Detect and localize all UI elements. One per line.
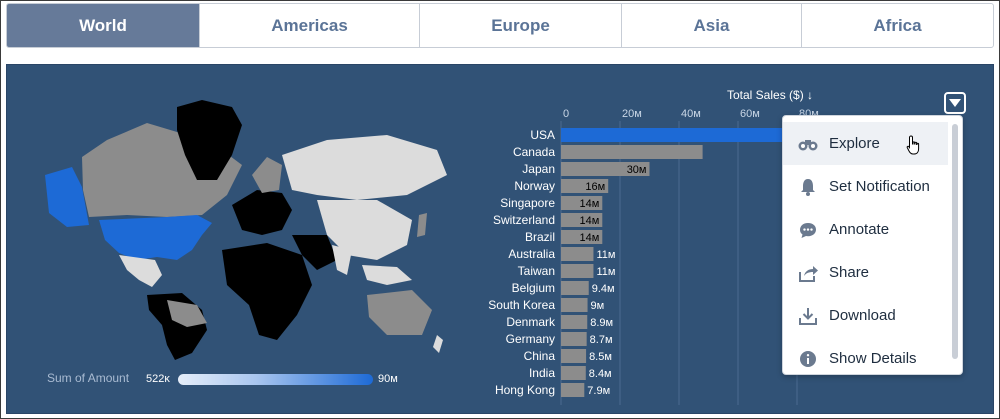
map-region-japan[interactable] (417, 213, 427, 237)
menu-item-label: Show Details (829, 350, 917, 367)
tab-asia[interactable]: Asia (621, 4, 801, 47)
tab-label: Asia (693, 15, 730, 35)
menu-item-label: Annotate (829, 221, 890, 238)
bar[interactable] (561, 247, 594, 261)
menu-scrollbar[interactable] (952, 124, 958, 359)
map-region-russia[interactable] (282, 135, 447, 200)
bar-value-label: 16ᴍ (585, 181, 605, 193)
bar-value-label: 7.9ᴍ (587, 385, 610, 397)
bar[interactable] (561, 383, 585, 397)
category-label: Belgium (512, 281, 555, 295)
bar[interactable] (561, 366, 586, 380)
share-icon (797, 262, 819, 284)
menu-item-set-notification[interactable]: Set Notification (783, 165, 948, 208)
tab-label: Africa (873, 15, 922, 35)
bar[interactable] (561, 145, 703, 159)
world-map[interactable] (27, 95, 447, 365)
category-label: Brazil (525, 230, 555, 244)
bar[interactable] (561, 264, 594, 278)
category-label: China (524, 349, 556, 363)
binoculars-icon (797, 133, 819, 155)
menu-item-annotate[interactable]: Annotate (783, 208, 948, 251)
category-label: Germany (506, 332, 555, 346)
map-region-mexico[interactable] (119, 255, 162, 287)
bar-value-label: 8.9ᴍ (590, 317, 613, 329)
category-label: Hong Kong (495, 383, 555, 397)
map-region-europe[interactable] (232, 190, 292, 235)
bar-value-label: 11ᴍ (596, 249, 615, 261)
info-icon (797, 348, 819, 370)
map-region-scandinavia[interactable] (252, 157, 282, 193)
category-label: Japan (522, 162, 555, 176)
tab-africa[interactable]: Africa (801, 4, 993, 47)
category-label: India (529, 366, 555, 380)
legend-min: 522ĸ (146, 373, 170, 385)
menu-item-label: Explore (829, 135, 880, 152)
map-region-alaska[interactable] (45, 167, 89, 227)
region-tabs: World Americas Europe Asia Africa (6, 3, 994, 48)
map-region-new-zealand[interactable] (433, 335, 443, 353)
category-label: Denmark (506, 315, 556, 329)
bar[interactable] (561, 349, 587, 363)
chart-menu-button[interactable] (944, 92, 966, 114)
bar[interactable] (561, 332, 587, 346)
tab-label: Europe (491, 15, 550, 35)
bar-value-label: 30ᴍ (627, 164, 647, 176)
menu-item-download[interactable]: Download (783, 294, 948, 337)
chevron-down-icon (949, 99, 961, 107)
map-region-southeast-asia[interactable] (362, 265, 412, 285)
menu-item-explore[interactable]: Explore (783, 122, 948, 165)
map-region-india[interactable] (332, 245, 352, 275)
legend-gradient (178, 374, 373, 385)
map-region-australia[interactable] (367, 290, 432, 335)
bar-value-label: 8.4ᴍ (589, 368, 612, 380)
menu-item-label: Download (829, 307, 896, 324)
bar-value-label: 9ᴍ (591, 300, 605, 312)
bar-value-label: 14ᴍ (579, 215, 599, 227)
menu-item-show-details[interactable]: Show Details (783, 337, 948, 380)
bar-value-label: 14ᴍ (579, 198, 599, 210)
category-label: Singapore (500, 196, 555, 210)
category-label: Canada (513, 145, 555, 159)
bar-value-label: 14ᴍ (579, 232, 599, 244)
comment-icon (797, 219, 819, 241)
category-label: USA (530, 128, 555, 142)
category-label: Australia (508, 247, 555, 261)
tab-label: Americas (271, 15, 348, 35)
x-tick-label: 20ᴍ (622, 108, 642, 120)
hand-cursor-icon (906, 135, 920, 155)
chart-title[interactable]: Total Sales ($) ↓ (727, 88, 813, 102)
bar-value-label: 9.4ᴍ (592, 283, 615, 295)
bar-value-label: 11ᴍ (596, 266, 615, 278)
bar[interactable] (561, 315, 588, 329)
chart-actions-menu: Explore Set Notification Annotate Share … (782, 115, 963, 375)
legend-label: Sum of Amount (47, 371, 130, 385)
category-label: South Korea (488, 298, 555, 312)
tab-europe[interactable]: Europe (419, 4, 621, 47)
bar[interactable] (561, 298, 588, 312)
bell-icon (797, 176, 819, 198)
x-tick-label: 40ᴍ (681, 108, 701, 120)
tab-world[interactable]: World (7, 4, 199, 47)
x-tick-label: 0 (563, 108, 569, 120)
legend-max: 90ᴍ (378, 373, 398, 385)
bar[interactable] (561, 281, 589, 295)
x-tick-label: 60ᴍ (740, 108, 760, 120)
download-icon (797, 305, 819, 327)
menu-item-share[interactable]: Share (783, 251, 948, 294)
tab-americas[interactable]: Americas (199, 4, 419, 47)
category-label: Norway (514, 179, 555, 193)
menu-item-label: Set Notification (829, 178, 930, 195)
menu-item-label: Share (829, 264, 870, 281)
map-region-usa[interactable] (99, 215, 212, 260)
category-label: Switzerland (493, 213, 555, 227)
map-region-africa[interactable] (222, 243, 312, 340)
bar-value-label: 8.7ᴍ (590, 334, 613, 346)
bar-value-label: 8.5ᴍ (589, 351, 612, 363)
tab-label: World (79, 15, 127, 35)
category-label: Taiwan (518, 264, 555, 278)
